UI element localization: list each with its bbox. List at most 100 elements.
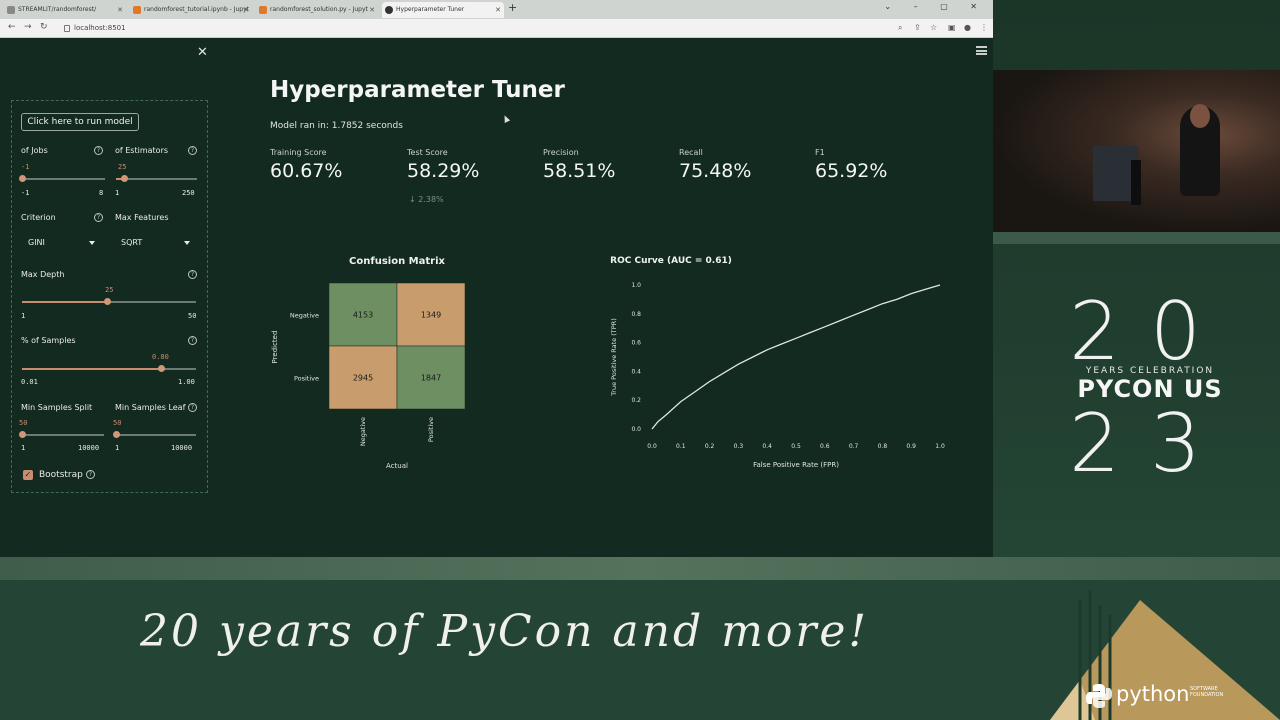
close-tab-icon[interactable]: ✕: [369, 2, 375, 18]
pct-samples-max: 1.00: [178, 378, 195, 386]
window-controls[interactable]: ⌄ – ▢ ✕: [884, 2, 987, 11]
y-tick-label: 0.0: [631, 426, 641, 433]
back-icon[interactable]: ←: [8, 22, 16, 32]
slider-handle[interactable]: [158, 365, 166, 372]
pct-samples-slider[interactable]: [22, 365, 196, 372]
sidebar-close-icon[interactable]: ✕: [197, 45, 208, 60]
tab-hyperparameter-tuner[interactable]: Hyperparameter Tuner ✕: [382, 2, 504, 18]
min-samples-split-max: 10000: [78, 444, 100, 452]
min-samples-leaf-slider[interactable]: [113, 431, 196, 438]
menu-dots-icon[interactable]: ⋮: [980, 23, 988, 32]
bookmark-star-icon[interactable]: ☆: [930, 23, 937, 32]
x-tick-label: Positive: [427, 417, 435, 442]
sidebar: Click here to run model of Jobs ? -1 -1 …: [11, 100, 208, 493]
metric-value: 75.48%: [679, 160, 752, 182]
camera-speaker-stand: [1131, 160, 1141, 205]
metric-label: Precision: [543, 148, 579, 157]
help-icon[interactable]: ?: [94, 146, 103, 155]
slider-handle[interactable]: [19, 175, 26, 182]
new-tab-button[interactable]: +: [508, 1, 517, 14]
confusion-matrix-value: 2945: [353, 374, 373, 383]
share-icon[interactable]: ⇪: [914, 23, 921, 32]
presentation-stage: STREAMLIT/randomforest/ ✕ randomforest_t…: [0, 0, 1280, 720]
tab-label: randomforest_tutorial.ipynb - Jupyt: [144, 6, 250, 13]
close-tab-icon[interactable]: ✕: [495, 2, 501, 18]
tab-streamlit[interactable]: STREAMLIT/randomforest/ ✕: [4, 2, 126, 18]
x-tick-label: 1.0: [935, 443, 945, 450]
psf-text: SOFTWARE FOUNDATION: [1190, 686, 1223, 698]
criterion-value: GINI: [28, 238, 45, 247]
confusion-matrix-value: 1847: [421, 374, 441, 383]
tab-solution[interactable]: randomforest_solution.py - Jupyt ✕: [256, 2, 378, 18]
help-icon[interactable]: ?: [188, 403, 197, 412]
min-samples-split-label: Min Samples Split: [21, 403, 93, 412]
min-samples-split-slider[interactable]: [19, 431, 104, 438]
criterion-select[interactable]: GINI: [21, 235, 99, 251]
x-tick-label: 0.6: [820, 443, 830, 450]
y-tick-label: Negative: [290, 312, 319, 320]
metric-label: F1: [815, 148, 825, 157]
extensions-icon[interactable]: ▣: [948, 23, 956, 32]
x-tick-label: 0.5: [791, 443, 801, 450]
max-features-select[interactable]: SQRT: [115, 235, 193, 251]
max-depth-max: 50: [188, 312, 197, 320]
y-tick-label: 0.4: [631, 368, 641, 375]
chevron-down-icon: [89, 241, 95, 245]
test-score-delta: ↓ 2.38%: [409, 195, 444, 204]
zoom-icon[interactable]: ⌕: [898, 23, 902, 33]
help-icon[interactable]: ?: [94, 213, 103, 222]
metric-label: Training Score: [270, 148, 327, 157]
metric-precision: Precision 58.51%: [543, 148, 615, 182]
help-icon[interactable]: ?: [188, 270, 197, 279]
address-bar[interactable]: localhost:8501: [62, 22, 882, 35]
n-estimators-slider[interactable]: [116, 175, 197, 182]
pct-samples-label: % of Samples: [21, 336, 76, 345]
slider-handle[interactable]: [113, 431, 121, 438]
psf-line-2: FOUNDATION: [1190, 692, 1224, 698]
slider-handle[interactable]: [19, 431, 27, 438]
forward-icon[interactable]: →: [24, 22, 32, 32]
help-icon[interactable]: ?: [188, 146, 197, 155]
python-logo-icon: [1086, 684, 1112, 708]
max-depth-slider[interactable]: [22, 298, 196, 305]
y-tick-label: Positive: [294, 375, 319, 383]
run-model-button[interactable]: Click here to run model: [21, 113, 139, 131]
help-icon[interactable]: ?: [86, 470, 95, 479]
close-tab-icon[interactable]: ✕: [117, 2, 123, 18]
x-tick-label: 0.7: [849, 443, 859, 450]
slider-handle[interactable]: [104, 298, 112, 305]
slider-fill: [22, 368, 162, 370]
x-tick-label: 0.8: [878, 443, 888, 450]
x-tick-label: 0.1: [676, 443, 686, 450]
metric-label: Recall: [679, 148, 703, 157]
hamburger-menu-icon[interactable]: [976, 46, 987, 55]
runtime-text: Model ran in: 1.7852 seconds: [270, 121, 403, 131]
python-wordmark: python: [1116, 682, 1190, 706]
n-jobs-value: -1: [21, 163, 30, 171]
help-icon[interactable]: ?: [188, 336, 197, 345]
metric-value: 58.51%: [543, 160, 616, 182]
y-axis-label: Predicted: [271, 331, 279, 364]
pycon-branding: 20 YEARS CELEBRATION PYCON US 23: [1040, 290, 1260, 520]
min-samples-leaf-label: Min Samples Leaf: [115, 403, 186, 412]
chevron-down-icon: [184, 241, 190, 245]
y-tick-label: 0.8: [631, 311, 641, 318]
jupyter-icon: [259, 6, 267, 14]
metric-label: Test Score: [407, 148, 448, 157]
bootstrap-checkbox[interactable]: ✓: [23, 470, 33, 480]
x-axis-label: False Positive Rate (FPR): [753, 461, 839, 469]
profile-icon[interactable]: ●: [964, 23, 971, 32]
pct-samples-value: 0.80: [152, 353, 169, 361]
slider-handle[interactable]: [121, 175, 129, 182]
n-estimators-label: of Estimators: [115, 146, 169, 155]
close-tab-icon[interactable]: ✕: [243, 2, 249, 18]
lock-icon: [64, 25, 70, 32]
speaker-camera-feed: [993, 70, 1280, 232]
n-jobs-slider[interactable]: [19, 175, 105, 182]
tab-label: randomforest_solution.py - Jupyt: [270, 6, 368, 13]
metric-value: 58.29%: [407, 160, 480, 182]
page-title: Hyperparameter Tuner: [270, 77, 565, 103]
min-samples-leaf-value: 50: [113, 419, 122, 427]
tab-tutorial[interactable]: randomforest_tutorial.ipynb - Jupyt ✕: [130, 2, 252, 18]
reload-icon[interactable]: ↻: [40, 22, 48, 32]
